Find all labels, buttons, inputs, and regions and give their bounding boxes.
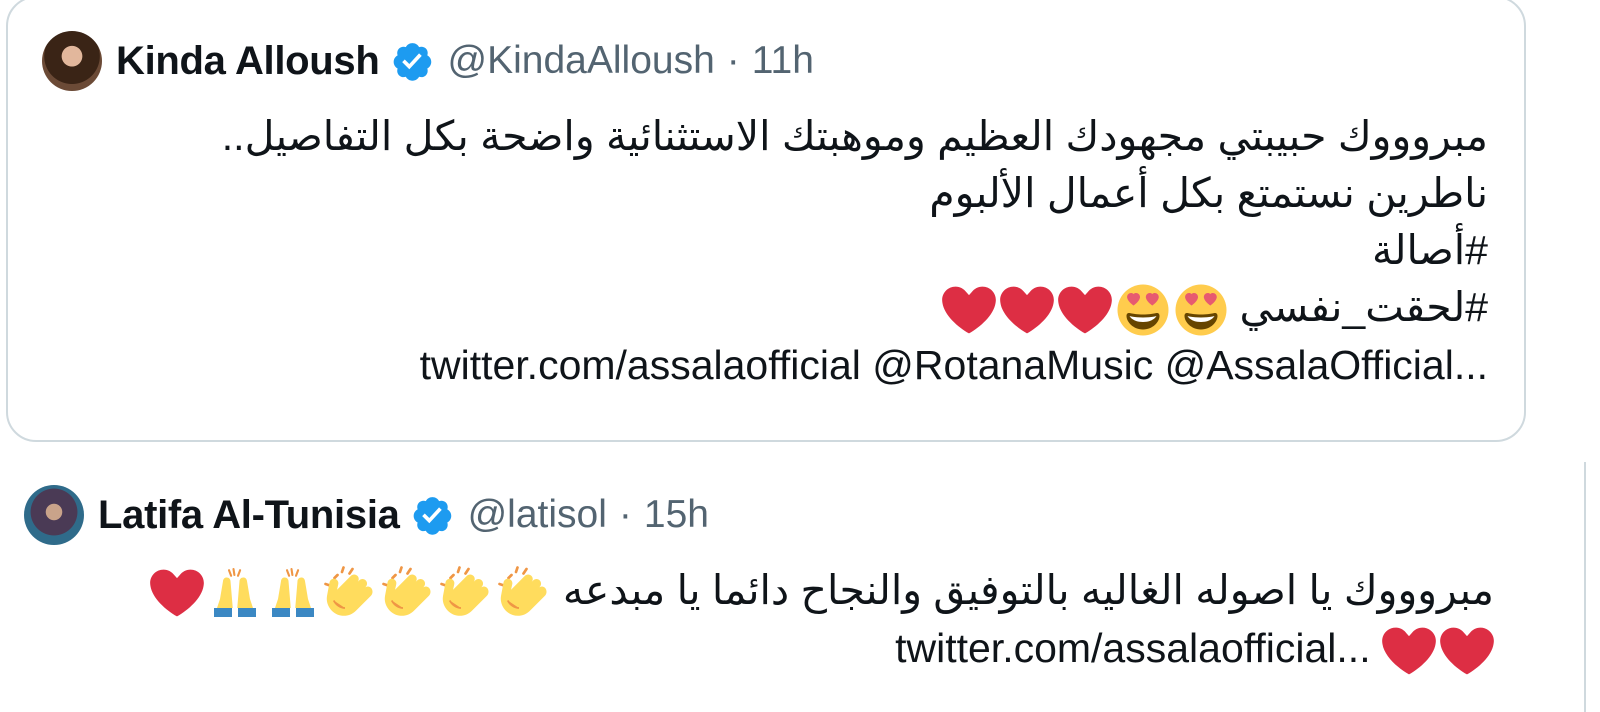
avatar[interactable] [24, 485, 84, 545]
display-name[interactable]: Latifa Al-Tunisia [98, 493, 400, 538]
red-heart-icon [1382, 624, 1436, 678]
hashtag-link[interactable]: #أصالة [48, 222, 1488, 279]
display-name[interactable]: Kinda Alloush [116, 39, 380, 84]
user-handle[interactable]: @latisol [468, 493, 607, 537]
heart-eyes-icon [1174, 283, 1228, 337]
heart-eyes-icon [1116, 283, 1170, 337]
emoji-row [150, 566, 552, 620]
separator-dot: · [618, 493, 632, 536]
emoji-row [1382, 624, 1494, 678]
tweet-header: Kinda Alloush @KindaAlloush · 11h [42, 30, 814, 92]
verified-badge-icon [390, 39, 434, 83]
tweet-text: مبروووك يا اصوله الغاليه بالتوفيق والنجا… [4, 562, 1494, 678]
separator-dot: · [726, 39, 740, 82]
emoji-row [942, 283, 1228, 337]
red-heart-icon [150, 566, 204, 620]
tweet-text-line: مبروووك حبيبتي مجهودك العظيم وموهبتك الا… [221, 113, 1488, 159]
red-heart-icon [942, 283, 996, 337]
red-heart-icon [1058, 283, 1112, 337]
tweet-link[interactable]: twitter.com/assalaofficial... [895, 620, 1370, 677]
tweet-text: مبروووك حبيبتي مجهودك العظيم وموهبتك الا… [48, 108, 1488, 394]
verified-badge-icon [410, 493, 454, 537]
hashtag-emoji-line: #لحقت_نفسي [48, 279, 1488, 337]
link-line: twitter.com/assalaofficial... [4, 620, 1494, 678]
timestamp[interactable]: 11h [752, 39, 814, 83]
timestamp[interactable]: 15h [644, 493, 709, 537]
folded-hands-icon [266, 566, 320, 620]
tweet-text-line: مبروووك يا اصوله الغاليه بالتوفيق والنجا… [4, 562, 1494, 620]
red-heart-icon [1000, 283, 1054, 337]
tweet-card-kinda-alloush[interactable]: Kinda Alloush @KindaAlloush · 11h مبرووو… [6, 0, 1526, 442]
clapping-hands-icon [382, 566, 436, 620]
clapping-hands-icon [440, 566, 494, 620]
user-handle[interactable]: @KindaAlloush [448, 39, 715, 83]
hashtag-link[interactable]: #لحقت_نفسي [1240, 284, 1488, 330]
avatar[interactable] [42, 31, 102, 91]
tweet-card-latifa[interactable]: Latifa Al-Tunisia @latisol · 15h مبروووك… [6, 462, 1586, 712]
tweet-header: Latifa Al-Tunisia @latisol · 15h [24, 484, 709, 546]
folded-hands-icon [208, 566, 262, 620]
mentions-link-line[interactable]: twitter.com/assalaofficial @RotanaMusic … [48, 337, 1488, 394]
red-heart-icon [1440, 624, 1494, 678]
tweet-text-line: ناطرين نستمتع بكل أعمال الألبوم [929, 170, 1488, 216]
clapping-hands-icon [498, 566, 552, 620]
tweet-text-content: مبروووك يا اصوله الغاليه بالتوفيق والنجا… [562, 567, 1494, 613]
clapping-hands-icon [324, 566, 378, 620]
